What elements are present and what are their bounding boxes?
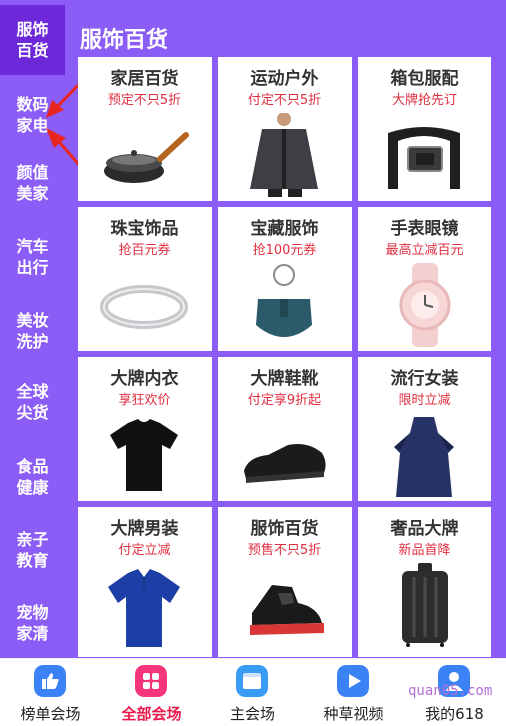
category-cell-neiyi[interactable]: 大牌内衣 享狂欢价 bbox=[78, 357, 211, 501]
sidebar-item-fushi[interactable]: 服饰 百货 bbox=[0, 5, 65, 75]
tab-quanbu[interactable]: 全部会场 bbox=[101, 659, 202, 726]
tab-label: 种草视频 bbox=[323, 705, 384, 723]
grid-divider bbox=[78, 501, 491, 507]
section-title: 服饰百货 bbox=[80, 28, 169, 53]
category-subtitle: 享狂欢价 bbox=[118, 393, 171, 408]
suitcase-icon bbox=[402, 563, 448, 647]
category-subtitle: 付定享9折起 bbox=[247, 393, 322, 408]
play-icon bbox=[337, 665, 369, 697]
category-cell-zhubao[interactable]: 珠宝饰品 抢百元券 bbox=[78, 207, 211, 351]
category-subtitle: 限时立减 bbox=[398, 393, 451, 408]
category-title: 奢品大牌 bbox=[390, 519, 459, 539]
category-title: 箱包服配 bbox=[390, 69, 459, 89]
sidebar-item-shipin[interactable]: 食品 健康 bbox=[0, 442, 65, 512]
tab-bangdan[interactable]: 榜单会场 bbox=[0, 659, 101, 726]
category-subtitle: 最高立减百元 bbox=[385, 243, 464, 258]
category-title: 流行女装 bbox=[390, 369, 459, 389]
category-subtitle: 预定不只5折 bbox=[107, 93, 182, 108]
category-title: 家居百货 bbox=[110, 69, 179, 89]
sidebar-item-qiche[interactable]: 汽车 出行 bbox=[0, 222, 65, 292]
category-cell-jiaju[interactable]: 家居百货 预定不只5折 bbox=[78, 57, 211, 201]
sneaker-icon bbox=[250, 585, 324, 635]
category-title: 大牌男装 bbox=[110, 519, 179, 539]
tab-label: 榜单会场 bbox=[20, 705, 81, 723]
category-subtitle: 大牌抢先订 bbox=[391, 93, 457, 108]
tab-zhuhuichang[interactable]: 主会场 bbox=[202, 659, 303, 726]
grid-divider bbox=[352, 57, 358, 657]
sidebar-item-quanqiu[interactable]: 全球 尖货 bbox=[0, 367, 65, 437]
category-subtitle: 预售不只5折 bbox=[247, 543, 322, 558]
category-cell-xiexue[interactable]: 大牌鞋靴 付定享9折起 bbox=[218, 357, 351, 501]
category-title: 珠宝饰品 bbox=[110, 219, 179, 239]
category-cell-yundong[interactable]: 运动户外 付定不只5折 bbox=[218, 57, 351, 201]
watermark: quan05.com bbox=[408, 683, 493, 699]
grid-divider bbox=[78, 201, 491, 207]
category-title: 手表眼镜 bbox=[390, 219, 459, 239]
category-subtitle: 付定不只5折 bbox=[247, 93, 322, 108]
jacket-icon bbox=[250, 113, 318, 197]
category-cell-shoubiao[interactable]: 手表眼镜 最高立减百元 bbox=[358, 207, 491, 351]
polo-shirt-icon bbox=[108, 569, 180, 647]
category-cell-shepin[interactable]: 奢品大牌 新品首降 bbox=[358, 507, 491, 651]
category-cell-baozang[interactable]: 宝藏服饰 抢100元券 bbox=[218, 207, 351, 351]
thumbs-up-icon bbox=[34, 665, 66, 697]
wok-pan-icon bbox=[104, 132, 189, 183]
sidebar-item-meizhuang[interactable]: 美妆 洗护 bbox=[0, 296, 65, 366]
belt-icon bbox=[388, 127, 460, 189]
category-cell-fushi-baihuo[interactable]: 服饰百货 预售不只5折 bbox=[218, 507, 351, 651]
category-title: 大牌内衣 bbox=[110, 369, 179, 389]
leather-shoe-icon bbox=[244, 444, 326, 483]
category-subtitle: 付定立减 bbox=[118, 543, 171, 558]
venue-icon bbox=[236, 665, 268, 697]
watch-icon bbox=[399, 263, 451, 347]
category-title: 宝藏服饰 bbox=[250, 219, 319, 239]
category-cell-nvzhuang[interactable]: 流行女装 限时立减 bbox=[358, 357, 491, 501]
category-cell-xiangbao[interactable]: 箱包服配 大牌抢先订 bbox=[358, 57, 491, 201]
bangle-icon bbox=[100, 285, 188, 329]
category-subtitle: 抢100元券 bbox=[252, 243, 317, 258]
grid-icon bbox=[135, 665, 167, 697]
category-title: 服饰百货 bbox=[250, 519, 319, 539]
tab-label: 全部会场 bbox=[121, 705, 182, 723]
tab-zhongcao[interactable]: 种草视频 bbox=[303, 659, 404, 726]
category-title: 大牌鞋靴 bbox=[250, 369, 319, 389]
handbag-icon bbox=[256, 264, 312, 337]
category-subtitle: 抢百元券 bbox=[118, 243, 171, 258]
category-title: 运动户外 bbox=[250, 69, 319, 89]
tshirt-icon bbox=[110, 419, 178, 491]
grid-divider bbox=[212, 57, 218, 657]
category-cell-nanzhuang[interactable]: 大牌男装 付定立减 bbox=[78, 507, 211, 651]
sidebar-item-chongwu[interactable]: 宠物 家清 bbox=[0, 588, 65, 658]
sidebar-item-qinzi[interactable]: 亲子 教育 bbox=[0, 515, 65, 585]
category-subtitle: 新品首降 bbox=[398, 543, 451, 558]
tab-label: 我的618 bbox=[425, 705, 484, 723]
tab-label: 主会场 bbox=[229, 705, 275, 723]
grid-divider bbox=[78, 351, 491, 357]
dress-icon bbox=[394, 417, 454, 497]
